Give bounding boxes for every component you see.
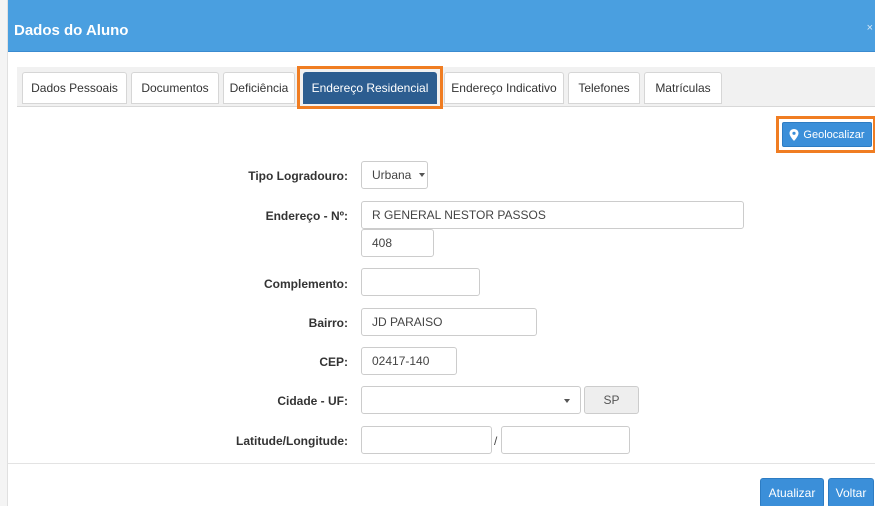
modal-header: Dados do Aluno × <box>8 0 875 52</box>
footer-divider <box>8 463 875 464</box>
chevron-down-icon <box>419 173 426 177</box>
tab-dados-pessoais[interactable]: Dados Pessoais <box>22 72 127 104</box>
cidade-uf-label: Cidade - UF: <box>277 394 348 408</box>
modal-left-edge <box>0 0 8 506</box>
active-tab-highlight <box>297 66 443 109</box>
lat-long-label: Latitude/Longitude: <box>236 434 348 448</box>
endereco-input[interactable]: R GENERAL NESTOR PASSOS <box>361 201 744 229</box>
cep-label: CEP: <box>319 355 348 369</box>
longitude-input[interactable] <box>501 426 630 454</box>
voltar-button[interactable]: Voltar <box>828 478 874 506</box>
modal-title: Dados do Aluno <box>14 22 129 39</box>
chevron-down-icon <box>564 399 570 403</box>
tipo-logradouro-select[interactable]: Urbana <box>361 161 428 189</box>
complemento-input[interactable] <box>361 268 480 296</box>
complemento-label: Complemento: <box>264 277 348 291</box>
tab-telefones[interactable]: Telefones <box>568 72 640 104</box>
numero-input[interactable]: 408 <box>361 229 434 257</box>
uf-field: SP <box>584 386 639 414</box>
endereco-label: Endereço - Nº: <box>265 209 348 223</box>
geolocalizar-button[interactable]: Geolocalizar <box>782 122 872 147</box>
tab-documentos[interactable]: Documentos <box>131 72 219 104</box>
tipo-logradouro-value: Urbana <box>372 168 412 182</box>
tab-deficiencia[interactable]: Deficiência <box>223 72 295 104</box>
cidade-select[interactable] <box>361 386 581 414</box>
tab-endereco-indicativo[interactable]: Endereço Indicativo <box>444 72 564 104</box>
map-pin-icon <box>789 128 799 141</box>
cep-input[interactable]: 02417-140 <box>361 347 457 375</box>
bairro-label: Bairro: <box>308 316 348 330</box>
bairro-input[interactable]: JD PARAISO <box>361 308 537 336</box>
latitude-input[interactable] <box>361 426 492 454</box>
tab-matriculas[interactable]: Matrículas <box>644 72 722 104</box>
atualizar-button[interactable]: Atualizar <box>760 478 824 506</box>
geolocalizar-label: Geolocalizar <box>803 128 865 141</box>
tipo-logradouro-label: Tipo Logradouro: <box>248 169 348 183</box>
lat-long-separator: / <box>494 434 498 448</box>
close-icon[interactable]: × <box>867 22 873 34</box>
